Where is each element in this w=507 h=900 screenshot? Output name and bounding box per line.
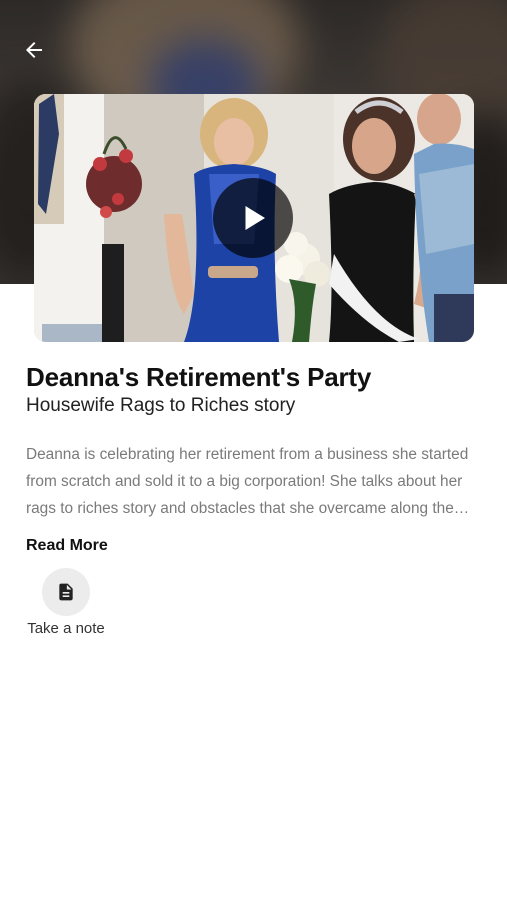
video-thumbnail[interactable] bbox=[34, 94, 474, 342]
arrow-left-icon bbox=[26, 42, 42, 58]
take-note-label: Take a note bbox=[27, 620, 105, 637]
play-icon bbox=[245, 206, 265, 230]
play-button[interactable] bbox=[213, 178, 293, 258]
take-note-button[interactable]: Take a note bbox=[14, 568, 118, 640]
read-more-link[interactable]: Read More bbox=[26, 536, 108, 556]
video-subtitle: Housewife Rags to Riches story bbox=[26, 395, 296, 416]
video-title: Deanna's Retirement's Party bbox=[26, 362, 372, 392]
video-description: Deanna is celebrating her retirement fro… bbox=[26, 446, 469, 517]
back-button[interactable] bbox=[14, 30, 54, 70]
take-note-icon-circle[interactable] bbox=[42, 568, 90, 616]
note-document-icon bbox=[59, 583, 73, 601]
